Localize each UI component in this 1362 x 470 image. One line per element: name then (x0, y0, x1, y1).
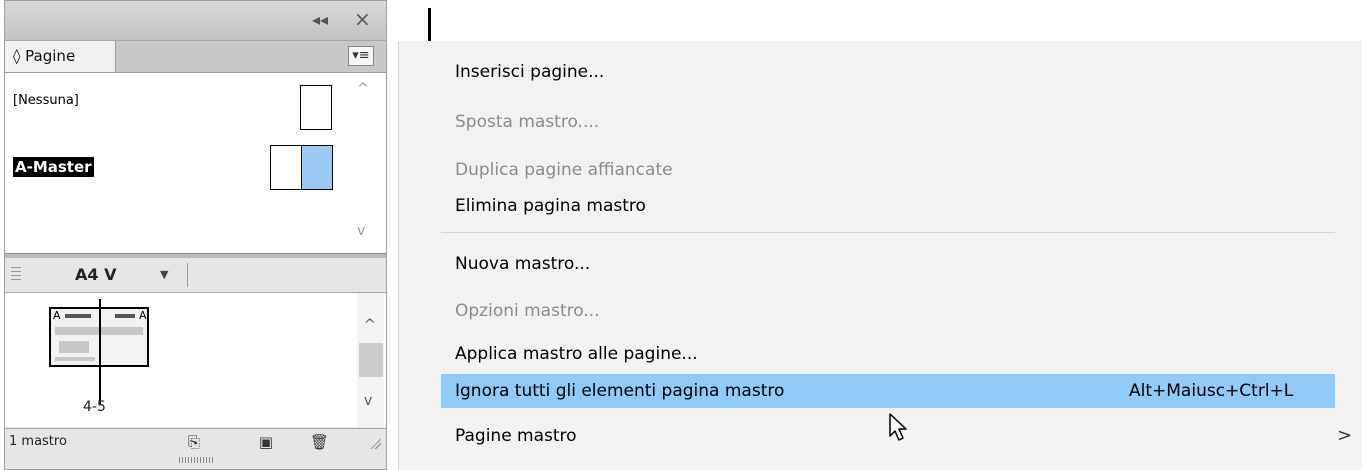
scroll-up-icon[interactable]: ^ (364, 317, 376, 333)
grip-icon[interactable] (11, 267, 21, 283)
menu-separator (441, 232, 1335, 233)
pages-panel: ◂◂ × ◊ Pagine ▾≡ [Nessuna] A-Master ^ v … (4, 0, 387, 470)
menu-item-label: Pagine mastro (455, 426, 577, 446)
menu-item-delete-master[interactable]: Elimina pagina mastro (399, 189, 1362, 223)
panel-titlebar[interactable]: ◂◂ × (5, 1, 386, 41)
divider (187, 263, 188, 287)
pages-list: A A 4-5 ^ v (5, 293, 386, 427)
close-icon[interactable]: × (354, 7, 371, 31)
text-caret (428, 8, 431, 42)
spread-line (115, 314, 135, 318)
mouse-pointer-icon (889, 413, 907, 441)
new-page-icon[interactable]: ▣ (257, 433, 275, 451)
page-size-row: A4 V ▼ (5, 258, 386, 293)
master-left-page-thumb[interactable] (270, 145, 302, 190)
menu-item-duplicate-spread[interactable]: Duplica pagine affiancate (399, 153, 1362, 187)
spread-page-numbers: 4-5 (83, 399, 106, 415)
menu-item-label: Nuova mastro... (455, 254, 591, 274)
scrollbar-thumb[interactable] (359, 343, 383, 377)
tab-pages[interactable]: ◊ Pagine (5, 41, 116, 72)
panel-status-bar: 1 mastro ⎘ ▣ 🗑 (5, 428, 386, 457)
menu-item-insert-pages[interactable]: Inserisci pagine... (399, 55, 1362, 89)
spread-content-block (55, 357, 95, 361)
menu-item-shortcut: Alt+Maiusc+Ctrl+L (1129, 381, 1294, 401)
menu-item-label: Inserisci pagine... (455, 62, 605, 82)
panel-tab-row: ◊ Pagine ▾≡ (5, 41, 386, 73)
edit-page-size-icon[interactable]: ⎘ (185, 433, 203, 451)
menu-item-label: Sposta mastro.... (455, 112, 600, 132)
master-item-a[interactable]: A-Master (5, 145, 355, 195)
master-item-none[interactable]: [Nessuna] (5, 85, 355, 135)
status-text: 1 mastro (9, 434, 67, 449)
menu-item-label: Elimina pagina mastro (455, 196, 646, 216)
page-spread-thumb[interactable]: A A (49, 299, 149, 404)
menu-item-label: Applica mastro alle pagine... (455, 344, 698, 364)
menu-item-move-master[interactable]: Sposta mastro.... (399, 105, 1362, 139)
page-size-label[interactable]: A4 V (75, 265, 116, 284)
menu-item-label: Opzioni mastro... (455, 301, 600, 321)
menu-item-master-options[interactable]: Opzioni mastro... (399, 294, 1362, 328)
master-label-selected: A-Master (13, 157, 94, 177)
master-right-page-thumb[interactable] (301, 145, 333, 190)
panel-menu-button[interactable]: ▾≡ (348, 46, 374, 66)
chevron-down-icon[interactable]: ▼ (160, 268, 168, 281)
chevron-right-icon: > (1337, 425, 1353, 446)
trash-icon[interactable]: 🗑 (310, 433, 329, 451)
menu-item-override-master-items[interactable]: Ignora tutti gli elementi pagina mastro … (441, 374, 1335, 408)
pages-scrollbar[interactable]: ^ v (357, 293, 384, 427)
menu-item-new-master[interactable]: Nuova mastro... (399, 247, 1362, 281)
spread-line (65, 314, 91, 318)
resize-grip-icon[interactable] (369, 437, 381, 449)
collapse-icon[interactable]: ◂◂ (312, 10, 328, 29)
scroll-down-icon[interactable]: v (357, 223, 365, 239)
spread-master-prefix-right: A (139, 309, 147, 322)
scroll-up-icon[interactable]: ^ (357, 81, 369, 97)
pages-panel-context-menu: Inserisci pagine... Sposta mastro.... Du… (398, 41, 1362, 470)
menu-item-label: Ignora tutti gli elementi pagina mastro (455, 381, 785, 401)
menu-item-master-pages[interactable]: Pagine mastro > (399, 419, 1362, 453)
spread-master-prefix-left: A (53, 309, 61, 322)
menu-item-apply-master[interactable]: Applica mastro alle pagine... (399, 337, 1362, 371)
bottom-grip[interactable] (179, 457, 215, 463)
menu-item-label: Duplica pagine affiancate (455, 160, 673, 180)
scroll-down-icon[interactable]: v (364, 393, 372, 409)
spread-divider (99, 299, 101, 404)
masters-list: [Nessuna] A-Master ^ v (5, 73, 386, 253)
spread-content-block (59, 341, 89, 353)
master-label: [Nessuna] (13, 93, 79, 108)
master-page-thumb[interactable] (300, 85, 332, 130)
